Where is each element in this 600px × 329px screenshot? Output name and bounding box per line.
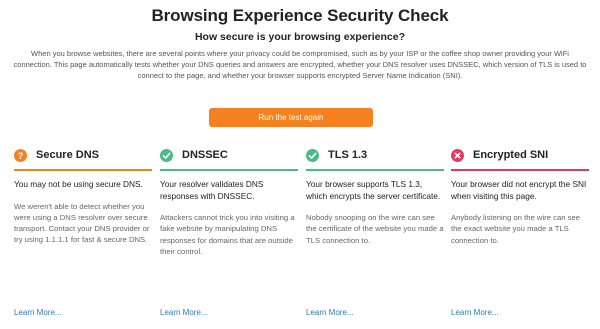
check-icon (160, 148, 173, 162)
card-divider (451, 169, 589, 171)
run-test-button[interactable]: Run the test again (209, 108, 373, 127)
svg-text:?: ? (18, 150, 24, 160)
learn-more-link-encrypted-sni[interactable]: Learn More... (451, 308, 499, 317)
card-title: TLS 1.3 (328, 149, 368, 161)
learn-more-link-secure-dns[interactable]: Learn More... (14, 308, 62, 317)
card-body: Nobody snooping on the wire can see the … (306, 213, 444, 245)
card-divider (160, 169, 298, 171)
page-subtitle: How secure is your browsing experience? (194, 31, 406, 43)
card-secure-dns: ? Secure DNS You may not be using secure… (14, 146, 152, 246)
card-title: Encrypted SNI (473, 149, 549, 161)
card-title: DNSSEC (182, 149, 228, 161)
card-lead: Your resolver validates DNS responses wi… (160, 179, 264, 201)
check-icon (306, 148, 319, 162)
card-divider (306, 169, 444, 171)
card-lead: Your browser supports TLS 1.3, which enc… (306, 179, 441, 201)
card-header: DNSSEC (160, 146, 298, 164)
card-title: Secure DNS (36, 149, 99, 161)
card-header: ? Secure DNS (14, 146, 152, 164)
card-divider (14, 169, 152, 171)
card-body: Anybody listening on the wire can see th… (451, 213, 581, 245)
card-body: We weren't able to detect whether you we… (14, 201, 150, 245)
card-header: Encrypted SNI (451, 146, 589, 164)
question-icon: ? (14, 148, 27, 162)
card-lead: You may not be using secure DNS. (14, 179, 143, 189)
card-body: Attackers cannot trick you into visiting… (160, 213, 295, 256)
learn-more-link-dnssec[interactable]: Learn More... (160, 308, 208, 317)
x-icon (451, 148, 464, 162)
card-encrypted-sni: Encrypted SNI Your browser did not encry… (451, 146, 589, 246)
intro-text: When you browse websites, there are seve… (13, 49, 587, 81)
learn-more-link-tls[interactable]: Learn More... (306, 308, 354, 317)
card-header: TLS 1.3 (306, 146, 444, 164)
card-dnssec: DNSSEC Your resolver validates DNS respo… (160, 146, 298, 257)
page-title: Browsing Experience Security Check (151, 6, 449, 25)
card-tls: TLS 1.3 Your browser supports TLS 1.3, w… (306, 146, 444, 246)
card-lead: Your browser did not encrypt the SNI whe… (451, 179, 587, 201)
